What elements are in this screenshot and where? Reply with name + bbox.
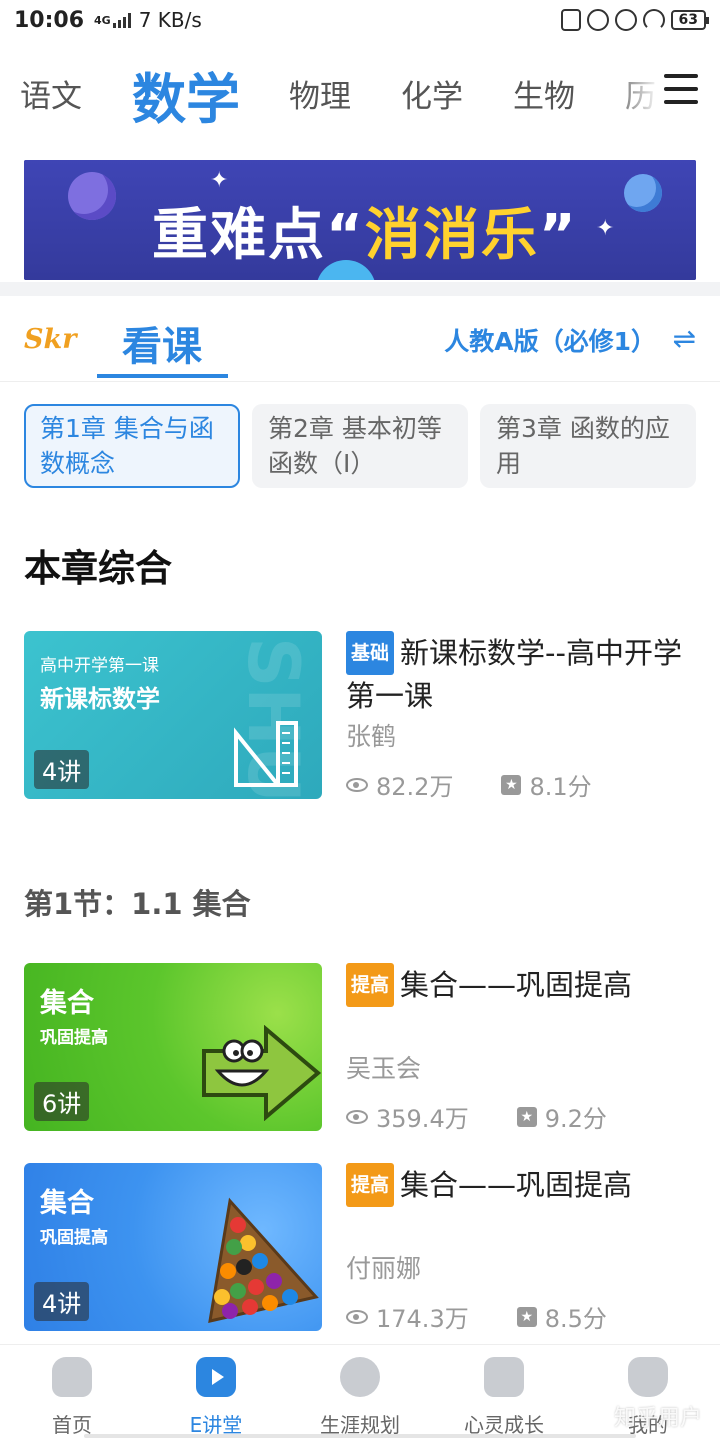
view-count: 174.3万: [376, 1305, 469, 1333]
network-type: 4G: [94, 13, 111, 27]
banner-title: 重难点“消消乐”: [152, 203, 578, 268]
teacher-name: 吴玉会: [346, 1054, 422, 1083]
course-info: 基础 新课标数学--高中开学第一课 张鹤 82.2万 ★ 8.1分: [346, 631, 696, 801]
active-tab-indicator: [97, 374, 228, 378]
mute-icon: [560, 9, 581, 31]
section-divider: [0, 282, 720, 296]
course-thumbnail[interactable]: SHUXUE 高中开学第一课 新课标数学 4讲: [24, 631, 322, 799]
lesson-count-badge: 4讲: [34, 1282, 90, 1321]
level-badge: 提高: [346, 1163, 395, 1207]
tab-math[interactable]: 数学: [132, 55, 240, 134]
nav-lecture[interactable]: E讲堂: [144, 1353, 288, 1438]
course-tab-bar: Skr 看课 人教A版（必修1） ⇌: [0, 296, 720, 382]
billiards-rack-icon: [208, 1197, 319, 1323]
rating-score: 9.2分: [544, 1105, 607, 1133]
teacher-name: 张鹤: [346, 722, 397, 751]
menu-icon[interactable]: [664, 74, 698, 104]
thumb-subtitle: 高中开学第一课: [40, 656, 159, 676]
nav-home[interactable]: 首页: [0, 1353, 144, 1438]
rating-score: 8.1分: [529, 773, 592, 801]
tab-chinese[interactable]: 语文: [20, 71, 82, 116]
thumb-title: 集合: [40, 988, 94, 1019]
ruler-icon: [234, 721, 298, 787]
battery-icon: 63: [670, 10, 710, 30]
rating-star-icon: ★: [516, 1306, 537, 1327]
rating-star-icon: ★: [501, 774, 522, 795]
thumb-subtitle: 巩固提高: [40, 1228, 108, 1248]
course-stats: 174.3万 ★ 8.5分: [346, 1299, 607, 1334]
app-screen: 10:06 4G 7 KB/s 63 语文 数学 物理 化学 生物 历 ✦ ✦ …: [0, 0, 720, 1440]
eye-icon: [346, 1309, 368, 1324]
status-time: 10:06: [14, 7, 85, 33]
course-title[interactable]: 提高 集合——巩固提高: [346, 963, 696, 1007]
rating-score: 8.5分: [544, 1305, 607, 1333]
promo-banner[interactable]: ✦ ✦ 重难点“消消乐”: [24, 160, 696, 280]
star-icon: ✦: [596, 216, 615, 241]
view-count: 82.2万: [376, 773, 454, 801]
home-indicator[interactable]: [84, 1434, 636, 1438]
level-badge: 基础: [346, 631, 395, 675]
chapter-chip-1[interactable]: 第1章 集合与函数概念: [24, 404, 240, 488]
course-card[interactable]: 集合 巩固提高 6讲 提高 集合——巩固提高 吴玉会 359.4万 ★ 9.2分: [24, 963, 696, 1133]
compass-icon: [340, 1357, 380, 1397]
planet-left-icon: [68, 172, 116, 220]
course-card[interactable]: SHUXUE 高中开学第一课 新课标数学 4讲 基础新课标数学--高中开学第一课…: [24, 631, 696, 801]
course-stats: 359.4万 ★ 9.2分: [346, 1099, 607, 1134]
smiley-arrow-icon: [202, 1025, 322, 1121]
subsection-title: 第1节：1.1 集合: [24, 887, 251, 921]
signal-icon: [112, 12, 131, 28]
section-title: 本章综合: [24, 547, 172, 590]
subject-tabs: 语文 数学 物理 化学 生物 历: [0, 55, 720, 131]
tab-biology[interactable]: 生物: [513, 71, 575, 116]
nav-growth[interactable]: 心灵成长: [432, 1353, 576, 1438]
user-icon: [628, 1357, 668, 1397]
edition-selector[interactable]: 人教A版（必修1）: [444, 322, 656, 358]
home-icon: [52, 1357, 92, 1397]
rating-star-icon: ★: [516, 1106, 537, 1127]
nav-career[interactable]: 生涯规划: [288, 1353, 432, 1438]
course-card[interactable]: 集合 巩固提高 4讲 提高 集合——巩固提高 付丽娜 174.3万 ★ 8.5分: [24, 1163, 696, 1333]
level-badge: 提高: [346, 963, 395, 1007]
thumb-subtitle: 巩固提高: [40, 1028, 108, 1048]
status-icons: 63: [560, 9, 710, 31]
tab-physics[interactable]: 物理: [289, 71, 351, 116]
course-info: 提高 集合——巩固提高 吴玉会 359.4万 ★ 9.2分: [346, 963, 696, 1133]
teacher-name: 付丽娜: [346, 1254, 422, 1283]
swap-icon[interactable]: ⇌: [673, 322, 696, 355]
lesson-count-badge: 4讲: [34, 750, 90, 789]
course-title[interactable]: 提高 集合——巩固提高: [346, 1163, 696, 1207]
eye-icon: [346, 1109, 368, 1124]
headphone-icon: [642, 9, 665, 31]
thumb-title: 新课标数学: [40, 685, 160, 713]
chapter-selector: 第1章 集合与函数概念 第2章 基本初等函数（Ⅰ） 第3章 函数的应用: [24, 404, 696, 488]
play-icon: [196, 1357, 236, 1397]
view-count: 359.4万: [376, 1105, 469, 1133]
network-speed: 7 KB/s: [138, 8, 202, 32]
course-title[interactable]: 基础 新课标数学--高中开学第一课: [346, 631, 696, 717]
tab-chemistry[interactable]: 化学: [401, 71, 463, 116]
course-thumbnail[interactable]: 集合 巩固提高 4讲: [24, 1163, 322, 1331]
chapter-chip-3[interactable]: 第3章 函数的应用: [480, 404, 696, 488]
course-stats: 82.2万 ★ 8.1分: [346, 767, 592, 802]
tab-fade: [610, 55, 660, 130]
planet-right-icon: [624, 174, 662, 212]
chapter-chip-2[interactable]: 第2章 基本初等函数（Ⅰ）: [252, 404, 468, 488]
leaf-icon: [484, 1357, 524, 1397]
course-thumbnail[interactable]: 集合 巩固提高 6讲: [24, 963, 322, 1131]
course-info: 提高 集合——巩固提高 付丽娜 174.3万 ★ 8.5分: [346, 1163, 696, 1333]
lesson-count-badge: 6讲: [34, 1082, 90, 1121]
status-bar: 10:06 4G 7 KB/s 63: [0, 0, 720, 40]
alarm-icon: [614, 9, 637, 31]
lock-icon: [586, 9, 609, 31]
watermark: 知乎用户: [613, 1406, 702, 1431]
skr-logo[interactable]: Skr: [24, 324, 76, 355]
tab-watch-course[interactable]: 看课: [122, 314, 202, 372]
thumb-title: 集合: [40, 1188, 94, 1219]
bottom-nav: 首页 E讲堂 生涯规划 心灵成长 我的: [0, 1344, 720, 1440]
eye-icon: [346, 777, 368, 792]
